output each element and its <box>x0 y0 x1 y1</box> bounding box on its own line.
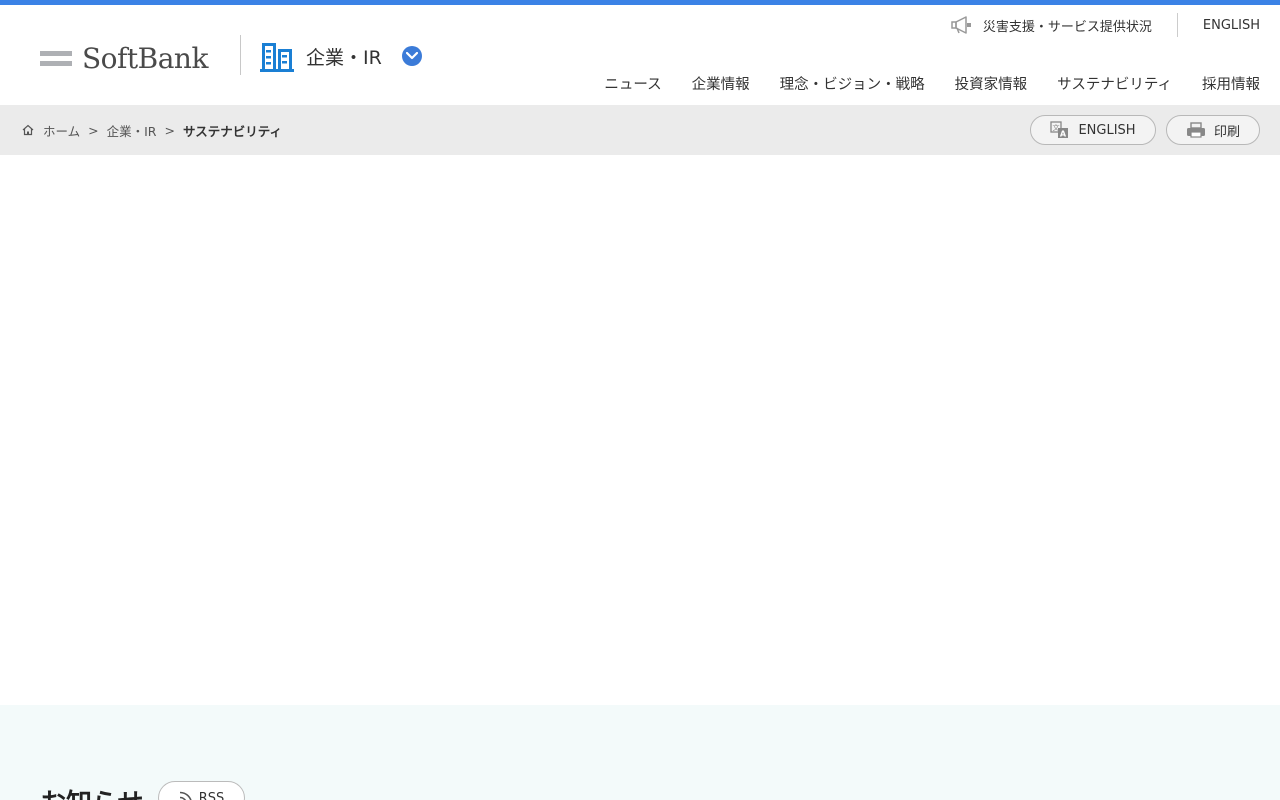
home-icon[interactable] <box>22 124 34 136</box>
nav-item-careers[interactable]: 採用情報 <box>1202 73 1260 94</box>
breadcrumb-home[interactable]: ホーム <box>43 121 80 140</box>
softbank-logo[interactable]: SoftBank <box>40 42 208 75</box>
breadcrumb-current: サステナビリティ <box>182 123 282 139</box>
english-button-label: ENGLISH <box>1078 122 1136 138</box>
site-switcher[interactable]: 企業・IR <box>260 39 422 73</box>
svg-text:A: A <box>1060 130 1067 139</box>
breadcrumb: ホーム > 企業・IR > サステナビリティ <box>22 105 282 155</box>
news-title: お知らせ <box>40 783 143 800</box>
rss-button[interactable]: RSS <box>158 781 245 800</box>
utility-links: 災害支援・サービス提供状況 ENGLISH <box>951 13 1260 37</box>
megaphone-icon <box>951 16 971 34</box>
news-section: お知らせ RSS <box>0 705 1280 800</box>
english-button[interactable]: 文 A ENGLISH <box>1030 115 1156 145</box>
print-button[interactable]: 印刷 <box>1166 115 1260 145</box>
logo-bars-icon <box>40 51 72 66</box>
english-link[interactable]: ENGLISH <box>1178 18 1260 33</box>
building-icon <box>260 43 294 72</box>
breadcrumb-company-ir[interactable]: 企業・IR <box>107 121 157 140</box>
nav-item-investors[interactable]: 投資家情報 <box>955 73 1028 94</box>
rss-icon <box>179 791 192 800</box>
breadcrumb-separator: > <box>88 122 99 138</box>
logo-text: SoftBank <box>82 42 208 75</box>
nav-item-sustainability[interactable]: サステナビリティ <box>1057 73 1172 94</box>
disaster-support-link[interactable]: 災害支援・サービス提供状況 <box>951 16 1177 35</box>
translate-icon: 文 A <box>1050 121 1069 139</box>
breadcrumb-bar: ホーム > 企業・IR > サステナビリティ 文 A ENGLISH 印刷 <box>0 105 1280 155</box>
header-divider <box>240 35 241 75</box>
nav-item-company[interactable]: 企業情報 <box>692 73 750 94</box>
breadcrumb-separator: > <box>164 122 175 138</box>
print-button-label: 印刷 <box>1213 124 1240 140</box>
site-name: 企業・IR <box>306 46 382 69</box>
nav-item-news[interactable]: ニュース <box>604 73 661 94</box>
disaster-support-label: 災害支援・サービス提供状況 <box>982 19 1152 35</box>
global-nav: ニュース 企業情報 理念・ビジョン・戦略 投資家情報 サステナビリティ 採用情報 <box>604 73 1260 94</box>
nav-item-vision[interactable]: 理念・ビジョン・戦略 <box>780 73 925 94</box>
rss-label: RSS <box>198 790 225 800</box>
chevron-down-icon[interactable] <box>401 46 422 66</box>
site-header: SoftBank 企業・IR 災害支援・サービス提供状況 ENGLISH ニュー… <box>0 5 1280 105</box>
printer-icon <box>1186 122 1205 138</box>
